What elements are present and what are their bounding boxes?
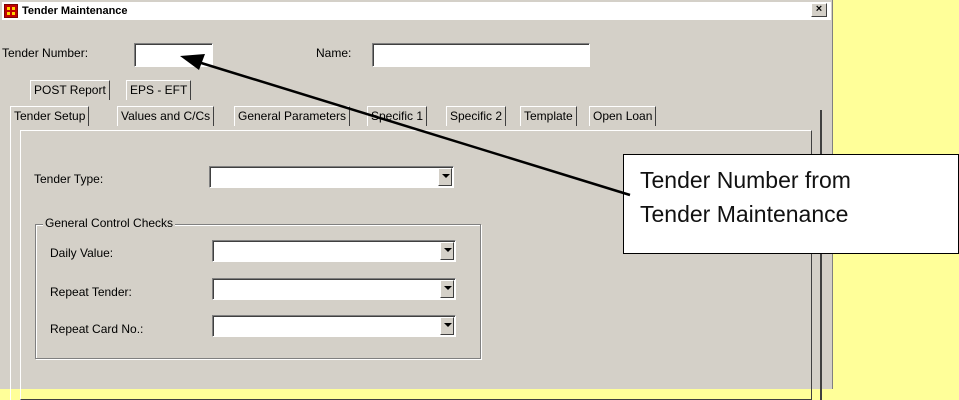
annotation-arrow (180, 54, 631, 197)
arrow-head-icon (180, 54, 205, 70)
tab-tender-setup-label: Tender Setup (14, 109, 86, 123)
tab-tender-setup[interactable]: Tender Setup (10, 106, 90, 126)
arrow-line (197, 60, 631, 197)
